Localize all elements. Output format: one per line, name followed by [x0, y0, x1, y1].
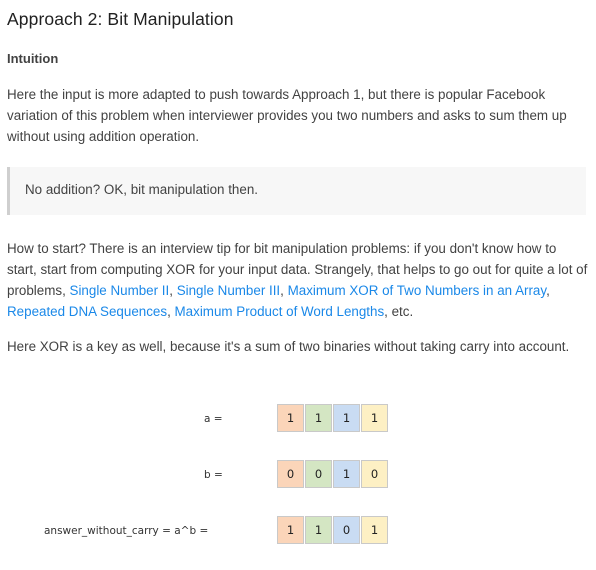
bit-cell: 0: [277, 460, 304, 488]
bit-cell: 1: [333, 404, 360, 432]
xor-paragraph: Here XOR is a key as well, because it's …: [7, 339, 570, 354]
link-repeated-dna[interactable]: Repeated DNA Sequences: [7, 304, 167, 319]
link-single-number-ii[interactable]: Single Number II: [70, 283, 170, 298]
intro-paragraph: Here the input is more adapted to push t…: [7, 87, 567, 144]
bit-cell: 1: [361, 516, 388, 544]
bit-cell: 1: [305, 404, 332, 432]
bit-cell: 1: [277, 404, 304, 432]
approach-heading: Approach 2: Bit Manipulation: [7, 9, 234, 29]
tip-suffix: , etc.: [384, 304, 414, 319]
label-b: b =: [204, 469, 223, 481]
intuition-subheading: Intuition: [7, 51, 59, 66]
tip-paragraph: How to start? There is an interview tip …: [7, 241, 588, 319]
bit-cell: 0: [305, 460, 332, 488]
bits-b: 0 0 1 0: [277, 460, 389, 488]
link-single-number-iii[interactable]: Single Number III: [177, 283, 280, 298]
bit-cell: 0: [333, 516, 360, 544]
bit-cell: 1: [333, 460, 360, 488]
link-maximum-product[interactable]: Maximum Product of Word Lengths: [175, 304, 385, 319]
bit-cell: 1: [361, 404, 388, 432]
link-maximum-xor[interactable]: Maximum XOR of Two Numbers in an Array: [288, 283, 546, 298]
bit-cell: 1: [277, 516, 304, 544]
bit-cell: 0: [361, 460, 388, 488]
bit-cell: 1: [305, 516, 332, 544]
bits-xor: 1 1 0 1: [277, 516, 389, 544]
label-xor: answer_without_carry = a^b =: [44, 525, 209, 537]
label-a: a =: [204, 413, 223, 425]
bits-a: 1 1 1 1: [277, 404, 389, 432]
blockquote: No addition? OK, bit manipulation then.: [7, 167, 586, 215]
blockquote-text: No addition? OK, bit manipulation then.: [25, 182, 258, 197]
xor-figure: a = 1 1 1 1 b = 0 0 1 0 answer_without_c…: [0, 390, 596, 560]
